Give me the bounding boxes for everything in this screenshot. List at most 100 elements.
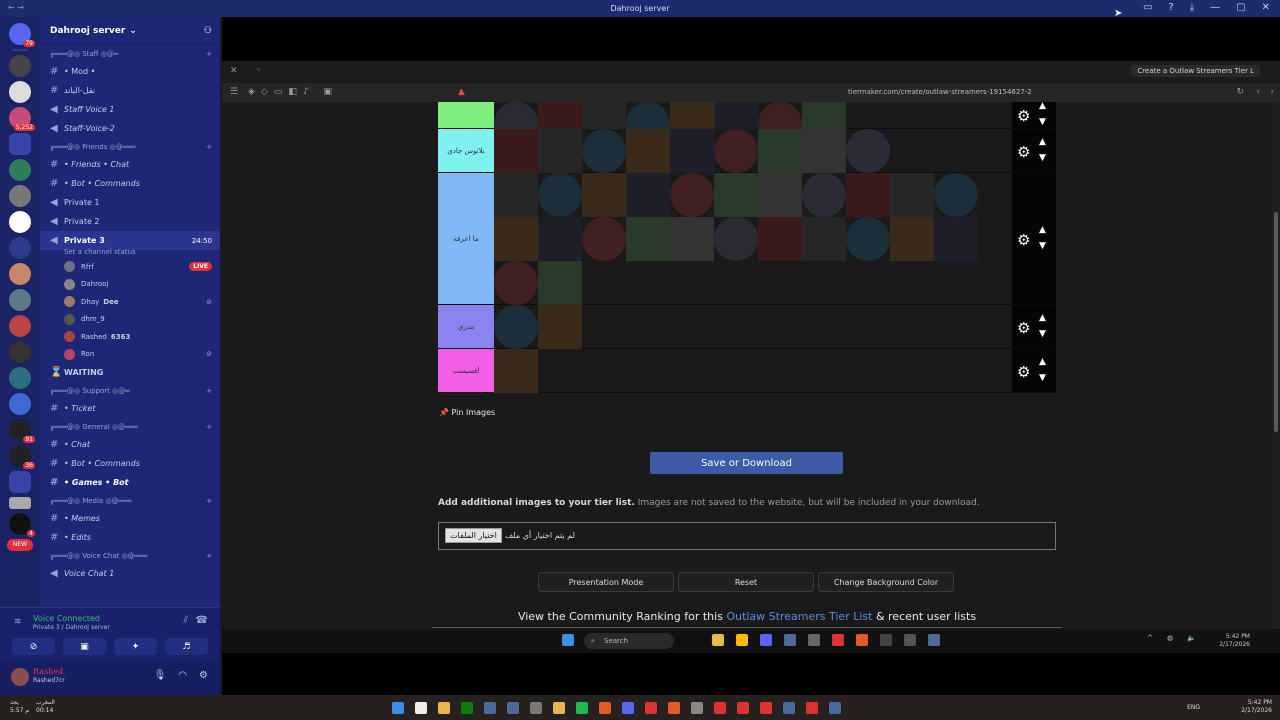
tier-image[interactable] (582, 173, 626, 217)
taskbar-app-icon[interactable] (484, 702, 496, 714)
headphones-icon[interactable]: ◠ (178, 670, 187, 681)
taskbar-search[interactable]: ⌕ Search (584, 633, 674, 649)
category-staff[interactable]: ╔═══@◎ Staff ◎@═ + (40, 45, 220, 62)
server-icon[interactable] (9, 81, 31, 103)
move-up-icon[interactable]: ▲ (1039, 357, 1046, 367)
tier-image[interactable] (538, 173, 582, 217)
app-icon[interactable] (904, 634, 916, 646)
tier-image[interactable] (758, 217, 802, 261)
tier-image[interactable] (582, 217, 626, 261)
scrollbar-thumb[interactable] (1274, 212, 1278, 432)
taskbar-app-icon[interactable] (415, 702, 427, 714)
download-icon[interactable]: ⤓ (1190, 2, 1194, 13)
move-up-icon[interactable]: ▲ (1039, 313, 1046, 323)
tier-image[interactable] (714, 129, 758, 173)
tier-image[interactable] (802, 173, 846, 217)
address-bar[interactable]: tiermaker.com/create/outlaw-streamers-19… (848, 88, 1032, 96)
taskbar-app-icon[interactable] (691, 702, 703, 714)
folder-icon[interactable] (9, 471, 31, 493)
home-icon[interactable]: 79 (9, 23, 35, 47)
tier-image[interactable] (494, 173, 538, 217)
back-icon[interactable]: ‹ (1256, 87, 1260, 97)
server-icon[interactable] (9, 289, 31, 311)
camera-off-button[interactable]: ⊘ (12, 638, 55, 655)
channel-staff-text[interactable]: # نقل-الباند (40, 81, 220, 100)
maximize-icon[interactable]: ▢ (1236, 2, 1245, 13)
server-icon[interactable] (9, 55, 31, 77)
channel-private-1[interactable]: ◀ Private 1 (40, 193, 220, 212)
choose-files-button[interactable]: اختيار الملفات (445, 528, 502, 543)
microphone-icon[interactable]: 🎙 (154, 670, 167, 681)
channel-mod[interactable]: # • Mod • (40, 62, 220, 81)
tier-image[interactable] (758, 173, 802, 217)
server-icon[interactable] (9, 237, 31, 259)
taskbar-app-icon[interactable] (668, 702, 680, 714)
server-icon[interactable] (9, 497, 31, 509)
category-voice-chat[interactable]: ╔═══@◎ Voice Chat ◎@═══ + (40, 547, 220, 564)
volume-icon[interactable]: 🔈 (1187, 634, 1196, 642)
tier-image[interactable] (582, 129, 626, 173)
tier-label[interactable]: بلاتوس جادي (438, 129, 494, 172)
reset-button[interactable]: Reset (678, 572, 814, 592)
taskbar-app-icon[interactable] (530, 702, 542, 714)
server-icon[interactable]: 91 (9, 419, 35, 443)
tier-image[interactable] (934, 217, 978, 261)
tier-image[interactable] (494, 305, 538, 349)
activities-button[interactable]: ✦ (114, 638, 157, 655)
voice-user[interactable]: Dhay Dee ⊘ (40, 293, 220, 311)
forward-icon[interactable]: › (1270, 87, 1274, 97)
taskbar-app-icon[interactable] (760, 702, 772, 714)
channel-bot-commands[interactable]: # • Bot • Commands (40, 174, 220, 193)
clock[interactable]: 5:42 PM 2/17/2026 (1219, 633, 1250, 649)
taskbar-app-icon[interactable] (622, 702, 634, 714)
tier-label[interactable]: أفسيسب (438, 349, 494, 392)
category-media[interactable]: ╔═══@◎ Media ◎@═══ + (40, 492, 220, 509)
channel-edits[interactable]: # • Edits (40, 528, 220, 547)
add-member-icon[interactable]: ⚇ (204, 26, 212, 36)
settings-gear-icon[interactable]: ⚙ (1017, 107, 1030, 125)
channel-staff-voice-1[interactable]: ◀ Staff Voice 1 (40, 100, 220, 119)
store-icon[interactable] (736, 634, 748, 646)
taskbar-app-icon[interactable] (576, 702, 588, 714)
steam-icon[interactable] (928, 634, 940, 646)
server-icon[interactable] (9, 367, 31, 389)
tier-label[interactable] (438, 102, 494, 128)
noise-suppression-icon[interactable]: ⫽ (184, 615, 188, 626)
settings-gear-icon[interactable]: ⚙ (1017, 363, 1030, 381)
tier-image[interactable] (494, 349, 538, 393)
taskbar-app-icon[interactable] (829, 702, 841, 714)
server-icon[interactable] (9, 341, 31, 363)
channel-memes[interactable]: # • Memes (40, 509, 220, 528)
tier-label[interactable]: ما اعرفه (438, 173, 494, 304)
chrome-icon[interactable] (832, 634, 844, 646)
folder-icon[interactable] (712, 634, 724, 646)
add-channel-icon[interactable]: + (206, 50, 212, 58)
tier-image[interactable] (670, 129, 714, 173)
channel-bot-commands-2[interactable]: # • Bot • Commands (40, 454, 220, 473)
taskbar-app-icon[interactable] (806, 702, 818, 714)
set-channel-status[interactable]: Set a channel status (40, 246, 220, 258)
server-icon[interactable] (9, 185, 31, 207)
prayer-widget-2[interactable]: المغرب 00:14 (36, 699, 55, 715)
close-icon[interactable]: ✕ (230, 66, 238, 76)
change-background-button[interactable]: Change Background Color (818, 572, 954, 592)
brave-shield-icon[interactable]: ▲ (458, 87, 465, 97)
steam-icon[interactable] (784, 634, 796, 646)
tier-image[interactable] (890, 217, 934, 261)
voice-user[interactable]: dhm_9 (40, 311, 220, 329)
taskbar-app-icon[interactable] (645, 702, 657, 714)
prayer-widget[interactable]: يجد 5:57 م (10, 699, 29, 715)
channel-staff-voice-2[interactable]: ◀ Staff-Voice-2 (40, 119, 220, 138)
taskbar-app-icon[interactable] (737, 702, 749, 714)
chevron-up-icon[interactable]: ^ (1147, 634, 1153, 642)
taskbar-app-icon[interactable] (553, 702, 565, 714)
voice-user[interactable]: Rfrf LIVE (40, 258, 220, 276)
language-indicator[interactable]: ENG (1187, 704, 1200, 711)
new-badge[interactable]: NEW (7, 539, 33, 551)
pin-images-toggle[interactable]: 📌 Pin Images (439, 408, 495, 417)
avatar[interactable] (11, 668, 29, 686)
move-up-icon[interactable]: ▲ (1039, 225, 1046, 235)
tier-image[interactable] (714, 217, 758, 261)
server-icon[interactable] (9, 263, 31, 285)
settings-gear-icon[interactable]: ⚙ (1017, 319, 1030, 337)
